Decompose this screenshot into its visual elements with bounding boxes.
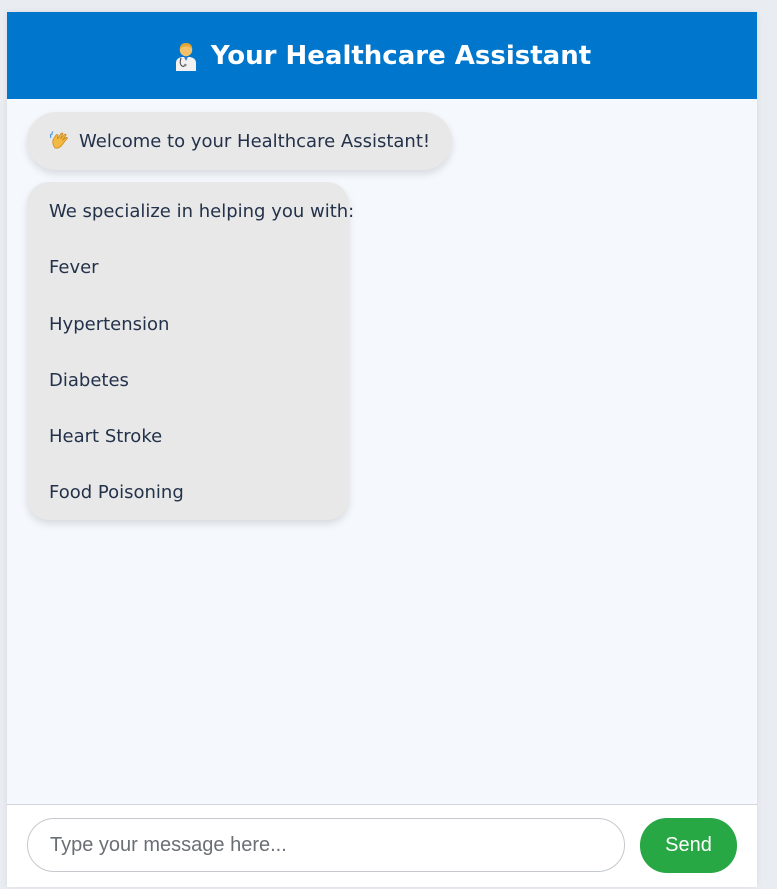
message-composer: Send (7, 804, 757, 887)
list-item: Hypertension (49, 314, 170, 335)
specialties-message: We specialize in helping you with: Fever… (27, 182, 354, 520)
app-title: Your Healthcare Assistant (210, 40, 592, 71)
doctor-icon (173, 41, 199, 71)
welcome-text: Welcome to your Healthcare Assistant! (79, 130, 431, 152)
specialties-intro: We specialize in helping you with: (49, 201, 355, 222)
chat-app: Your Healthcare Assistant Welcome to you… (7, 12, 757, 887)
list-item: Heart Stroke (49, 426, 163, 447)
chat-messages[interactable]: Welcome to your Healthcare Assistant! We… (7, 99, 757, 804)
waving-hand-icon (49, 130, 71, 152)
send-button[interactable]: Send (640, 818, 737, 873)
welcome-message: Welcome to your Healthcare Assistant! (27, 112, 453, 170)
message-input[interactable] (27, 818, 625, 872)
list-item: Diabetes (49, 370, 129, 391)
list-item: Food Poisoning (49, 482, 184, 503)
list-item: Fever (49, 257, 99, 278)
app-header: Your Healthcare Assistant (7, 12, 757, 99)
